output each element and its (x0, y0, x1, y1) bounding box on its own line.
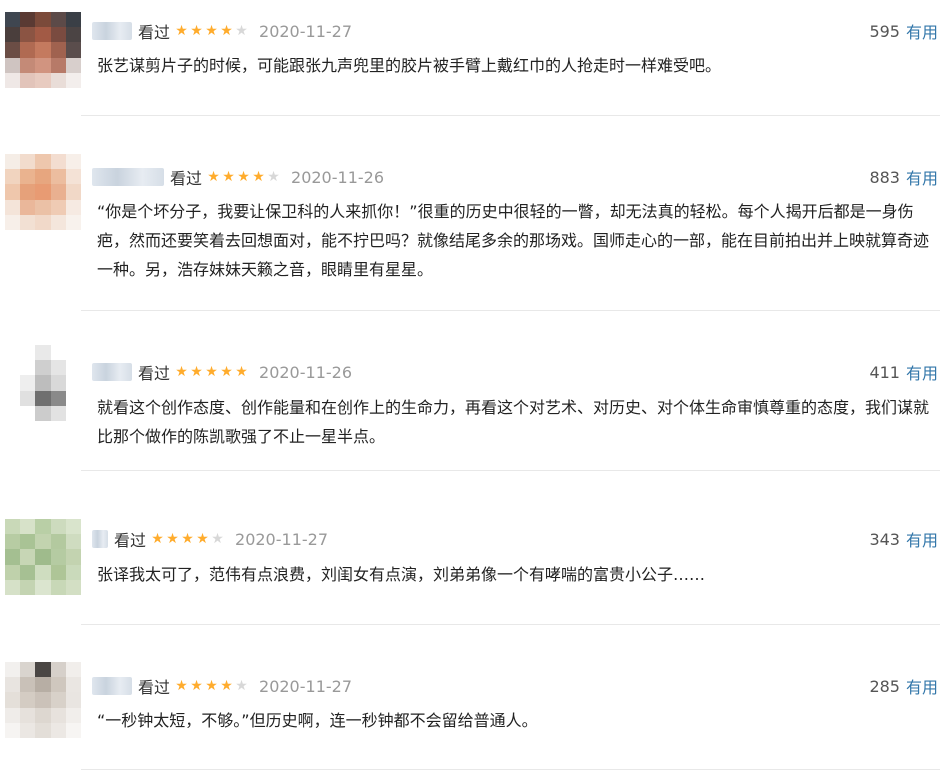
watched-label: 看过 (138, 678, 171, 697)
username-blurred[interactable] (92, 168, 164, 186)
divider (81, 470, 940, 471)
star-filled-icon: ★ (190, 678, 203, 694)
star-filled-icon: ★ (196, 531, 209, 547)
vote-area: 343 有用 (869, 527, 938, 551)
useful-vote-button[interactable]: 有用 (906, 674, 938, 698)
star-empty-icon: ★ (211, 531, 224, 547)
star-filled-icon: ★ (175, 364, 188, 380)
star-filled-icon: ★ (237, 169, 250, 185)
star-filled-icon: ★ (190, 364, 203, 380)
username-blurred[interactable] (92, 677, 132, 695)
rating-stars: ★ ★ ★ ★ ★ (150, 532, 225, 546)
comment-meta: 看过 ★ ★ ★ ★ ★ 2020-11-27 (92, 19, 352, 43)
star-filled-icon: ★ (220, 23, 233, 39)
username-blurred[interactable] (92, 530, 108, 548)
star-filled-icon: ★ (207, 169, 220, 185)
star-filled-icon: ★ (205, 678, 218, 694)
user-avatar[interactable] (5, 154, 81, 230)
watched-label: 看过 (170, 169, 203, 188)
comment-meta: 看过 ★ ★ ★ ★ ★ 2020-11-27 (92, 527, 328, 551)
vote-count: 411 (869, 362, 900, 382)
comment-date: 2020-11-27 (259, 21, 352, 41)
star-filled-icon: ★ (222, 169, 235, 185)
star-filled-icon: ★ (175, 23, 188, 39)
comment-date: 2020-11-26 (291, 167, 384, 187)
vote-area: 883 有用 (869, 165, 938, 189)
user-avatar[interactable] (5, 12, 81, 88)
star-filled-icon: ★ (205, 23, 218, 39)
vote-area: 285 有用 (869, 674, 938, 698)
star-empty-icon: ★ (235, 23, 248, 39)
comment-meta: 看过 ★ ★ ★ ★ ★ 2020-11-26 (92, 360, 352, 384)
user-avatar[interactable] (5, 519, 81, 595)
star-empty-icon: ★ (235, 678, 248, 694)
comment-text: 就看这个创作态度、创作能量和在创作上的生命力，再看这个对艺术、对历史、对个体生命… (97, 398, 930, 446)
vote-count: 883 (869, 167, 900, 187)
comment-text: 张译我太可了，范伟有点浪费，刘闺女有点演，刘弟弟像一个有哮喘的富贵小公子…… (97, 565, 706, 584)
comment-text: 张艺谋剪片子的时候，可能跟张九声兜里的胶片被手臂上戴红巾的人抢走时一样难受吧。 (97, 56, 722, 75)
vote-area: 595 有用 (869, 19, 938, 43)
user-avatar[interactable] (5, 662, 81, 738)
rating-stars: ★ ★ ★ ★ ★ (206, 170, 281, 184)
divider (81, 310, 940, 311)
star-filled-icon: ★ (205, 364, 218, 380)
star-filled-icon: ★ (220, 364, 233, 380)
comment-meta: 看过 ★ ★ ★ ★ ★ 2020-11-26 (92, 165, 384, 189)
watched-label: 看过 (138, 364, 171, 383)
star-filled-icon: ★ (181, 531, 194, 547)
vote-area: 411 有用 (869, 360, 938, 384)
divider (81, 769, 940, 770)
star-filled-icon: ★ (166, 531, 179, 547)
divider (81, 624, 940, 625)
comment-date: 2020-11-26 (259, 362, 352, 382)
useful-vote-button[interactable]: 有用 (906, 165, 938, 189)
star-filled-icon: ★ (235, 364, 248, 380)
comment-text: “你是个坏分子，我要让保卫科的人来抓你！”很重的历史中很轻的一瞥，却无法真的轻松… (97, 202, 930, 279)
rating-stars: ★ ★ ★ ★ ★ (174, 365, 249, 379)
star-filled-icon: ★ (175, 678, 188, 694)
watched-label: 看过 (114, 531, 147, 550)
comment-meta: 看过 ★ ★ ★ ★ ★ 2020-11-27 (92, 674, 352, 698)
star-filled-icon: ★ (190, 23, 203, 39)
useful-vote-button[interactable]: 有用 (906, 527, 938, 551)
star-empty-icon: ★ (267, 169, 280, 185)
comment-date: 2020-11-27 (235, 529, 328, 549)
comment-date: 2020-11-27 (259, 676, 352, 696)
watched-label: 看过 (138, 23, 171, 42)
rating-stars: ★ ★ ★ ★ ★ (174, 679, 249, 693)
divider (81, 115, 940, 116)
vote-count: 343 (869, 529, 900, 549)
star-filled-icon: ★ (220, 678, 233, 694)
comment-text: “一秒钟太短，不够。”但历史啊，连一秒钟都不会留给普通人。 (97, 711, 538, 730)
rating-stars: ★ ★ ★ ★ ★ (174, 24, 249, 38)
vote-count: 595 (869, 21, 900, 41)
star-filled-icon: ★ (252, 169, 265, 185)
username-blurred[interactable] (92, 22, 132, 40)
star-filled-icon: ★ (151, 531, 164, 547)
username-blurred[interactable] (92, 363, 132, 381)
vote-count: 285 (869, 676, 900, 696)
user-avatar[interactable] (5, 345, 81, 421)
useful-vote-button[interactable]: 有用 (906, 19, 938, 43)
useful-vote-button[interactable]: 有用 (906, 360, 938, 384)
